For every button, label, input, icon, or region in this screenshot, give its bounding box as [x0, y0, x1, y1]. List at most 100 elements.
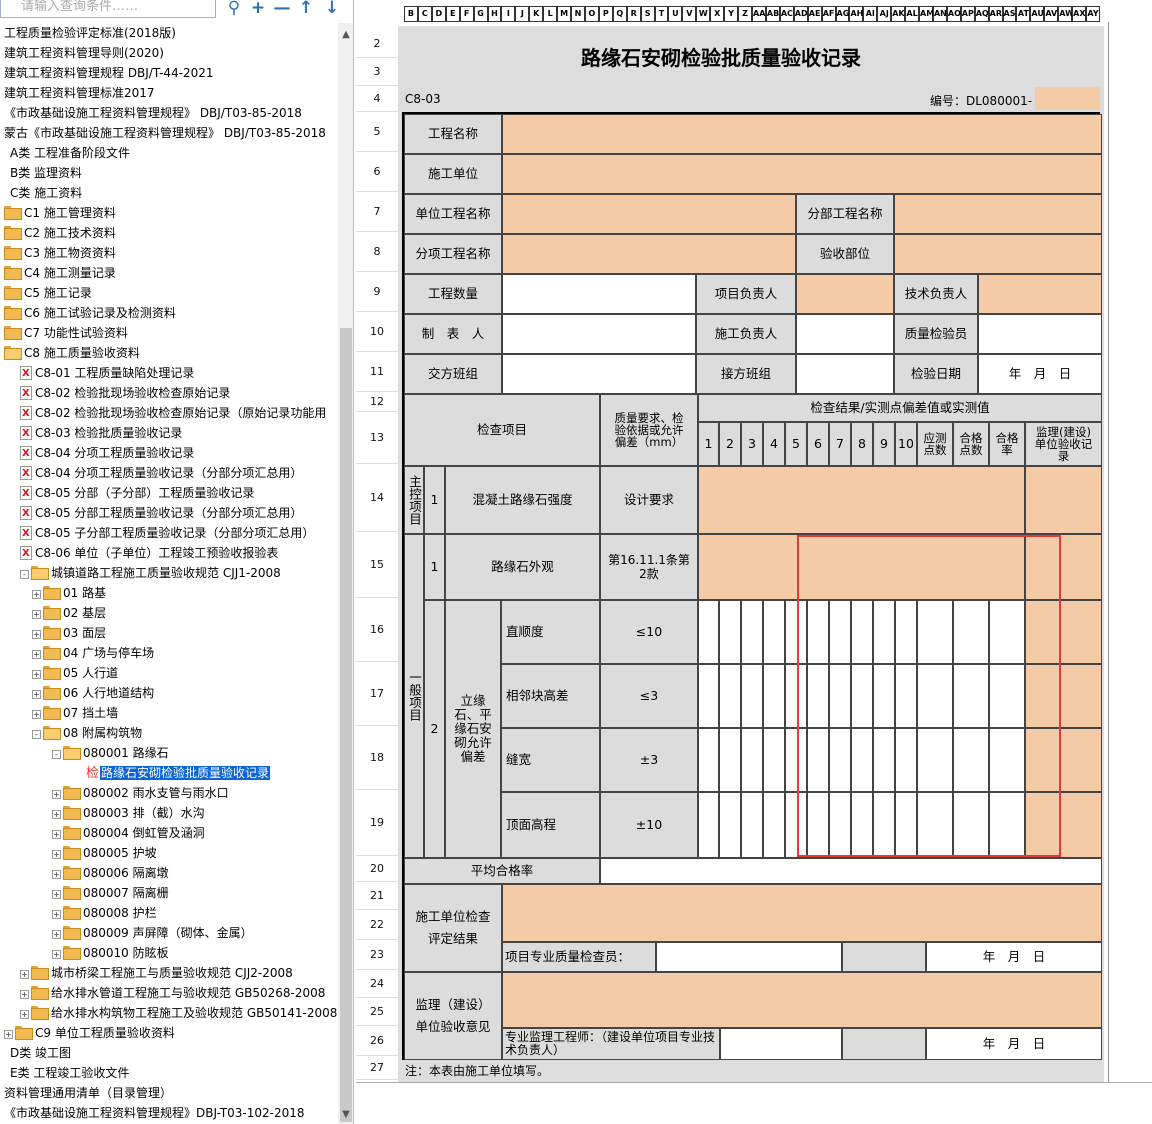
tree-item[interactable]: +080007 隔离栅	[52, 883, 169, 903]
row-header[interactable]: 3	[356, 58, 398, 86]
project-name-input[interactable]	[502, 114, 1102, 154]
column-header[interactable]: C	[417, 6, 432, 22]
tree-item[interactable]: C8-02 检验批现场验收检查原始记录（原始记录功能用	[20, 403, 326, 423]
measure-cell[interactable]	[741, 664, 763, 728]
concrete-strength-input[interactable]	[698, 466, 1025, 534]
tree-item[interactable]: +080002 雨水支管与雨水口	[52, 783, 229, 803]
receiver-team-input[interactable]	[796, 354, 894, 394]
column-header[interactable]: O	[584, 6, 599, 22]
scroll-down-arrow-icon[interactable]: ▼	[338, 1107, 353, 1123]
row-header[interactable]: 15	[356, 532, 398, 598]
column-header[interactable]: AD	[793, 6, 808, 22]
column-header[interactable]: D	[431, 6, 446, 22]
tree-item[interactable]: +07 挡土墙	[32, 703, 118, 723]
row-header[interactable]: 13	[356, 412, 398, 464]
expand-icon[interactable]: +	[52, 870, 61, 879]
serial-input-cell[interactable]	[1035, 87, 1100, 110]
plus-icon[interactable]: +	[246, 0, 270, 19]
measure-cell[interactable]	[763, 728, 785, 792]
expand-icon[interactable]: +	[52, 830, 61, 839]
tech-lead-input[interactable]	[978, 274, 1102, 314]
tree-item[interactable]: C2 施工技术资料	[4, 223, 116, 243]
tree-item[interactable]: C8-05 分部（子分部）工程质量验收记录	[20, 483, 254, 503]
tree-item[interactable]: +080010 防眩板	[52, 943, 169, 963]
tree-item[interactable]: +02 基层	[32, 603, 106, 623]
column-header[interactable]: AY	[1086, 6, 1100, 22]
column-header[interactable]: Q	[612, 6, 627, 22]
tree-item[interactable]: C8 施工质量验收资料	[4, 343, 140, 363]
handover-team-input[interactable]	[502, 354, 696, 394]
expand-icon[interactable]: +	[52, 930, 61, 939]
supervisor-opinion-input[interactable]	[502, 972, 1102, 1028]
tree-item[interactable]: +080003 排（截）水沟	[52, 803, 205, 823]
tree-item[interactable]: 资料管理通用清单（目录管理）	[4, 1083, 172, 1103]
tree-item[interactable]: A类 工程准备阶段文件	[10, 143, 130, 163]
measure-cell[interactable]	[698, 664, 719, 728]
measure-cell[interactable]	[698, 600, 719, 664]
expand-icon[interactable]: +	[32, 630, 41, 639]
quality-inspector-sign-input[interactable]	[656, 942, 842, 972]
supervisor-date-input[interactable]: 年 月 日	[926, 1028, 1102, 1060]
row-header[interactable]: 5	[356, 112, 398, 152]
tree-scrollbar[interactable]: ▲ ▼	[338, 23, 353, 1124]
tree-item[interactable]: +03 面层	[32, 623, 106, 643]
column-header[interactable]: F	[459, 6, 474, 22]
column-header[interactable]: AH	[849, 6, 864, 22]
tree-item[interactable]: +01 路基	[32, 583, 106, 603]
column-header[interactable]: N	[571, 6, 585, 22]
row-header[interactable]: 9	[356, 272, 398, 312]
concrete-strength-record[interactable]	[1025, 466, 1102, 534]
tree-item[interactable]: +080006 隔离墩	[52, 863, 169, 883]
column-header[interactable]: AF	[821, 6, 836, 22]
tree-item[interactable]: C3 施工物资资料	[4, 243, 116, 263]
tree-item[interactable]: C8-02 检验批现场验收检查原始记录	[20, 383, 230, 403]
unit-project-input[interactable]	[502, 194, 796, 234]
column-header[interactable]: AX	[1072, 6, 1087, 22]
row-header[interactable]: 27	[356, 1056, 398, 1080]
column-header[interactable]: H	[487, 6, 502, 22]
tree-item[interactable]: 《市政基础设施工程资料管理规程》 DBJ/T03-85-2018	[4, 103, 302, 123]
tree-item[interactable]: + C9 单位工程质量验收资料	[4, 1023, 175, 1043]
column-header[interactable]: L	[543, 6, 558, 22]
column-header[interactable]: AE	[807, 6, 822, 22]
measure-cell[interactable]	[719, 792, 741, 858]
row-header[interactable]: 2	[356, 30, 398, 58]
tree-item[interactable]: C1 施工管理资料	[4, 203, 116, 223]
measure-cell[interactable]	[741, 728, 763, 792]
avg-pass-rate-input[interactable]	[600, 858, 1102, 884]
expand-icon[interactable]: +	[32, 610, 41, 619]
tree-item[interactable]: +06 人行地道结构	[32, 683, 154, 703]
division-input[interactable]	[894, 194, 1102, 234]
column-header[interactable]: E	[445, 6, 460, 22]
tree-item[interactable]: C8-04 分项工程质量验收记录（分部分项汇总用）	[20, 463, 302, 483]
column-header[interactable]: S	[640, 6, 655, 22]
column-header[interactable]: AI	[863, 6, 878, 22]
column-header[interactable]: M	[557, 6, 572, 22]
tree-item[interactable]: - 城镇道路工程施工质量验收规范 CJJ1-2008	[20, 563, 281, 583]
measure-cell[interactable]	[719, 728, 741, 792]
measure-cell[interactable]	[698, 792, 719, 858]
expand-icon[interactable]: +	[52, 810, 61, 819]
column-header[interactable]: G	[473, 6, 488, 22]
column-header[interactable]: AB	[765, 6, 780, 22]
measure-cell[interactable]	[763, 664, 785, 728]
column-header[interactable]: AT	[1016, 6, 1031, 22]
column-header[interactable]: AK	[891, 6, 906, 22]
column-header[interactable]: AN	[932, 6, 947, 22]
column-header[interactable]: J	[515, 6, 530, 22]
tree-item[interactable]: 建筑工程资料管理规程 DBJ/T-44-2021	[4, 63, 214, 83]
measure-cell[interactable]	[763, 792, 785, 858]
column-header[interactable]: AW	[1058, 6, 1074, 22]
tree-item[interactable]: C7 功能性试验资料	[4, 323, 128, 343]
tree-item[interactable]: +04 广场与停车场	[32, 643, 154, 663]
collapse-icon[interactable]: -	[20, 570, 29, 579]
measure-cell[interactable]	[719, 664, 741, 728]
tree-item-selected[interactable]: 检路缘石安砌检验批质量验收记录	[86, 763, 271, 783]
tree-item[interactable]: 蒙古《市政基础设施工程资料管理规程》 DBJ/T03-85-2018	[4, 123, 326, 143]
row-header[interactable]: 4	[356, 86, 398, 112]
search-icon[interactable]: ⚲	[222, 0, 246, 19]
column-header[interactable]: W	[696, 6, 711, 22]
project-lead-input[interactable]	[796, 274, 894, 314]
column-header[interactable]: AU	[1030, 6, 1045, 22]
column-header[interactable]: I	[501, 6, 516, 22]
